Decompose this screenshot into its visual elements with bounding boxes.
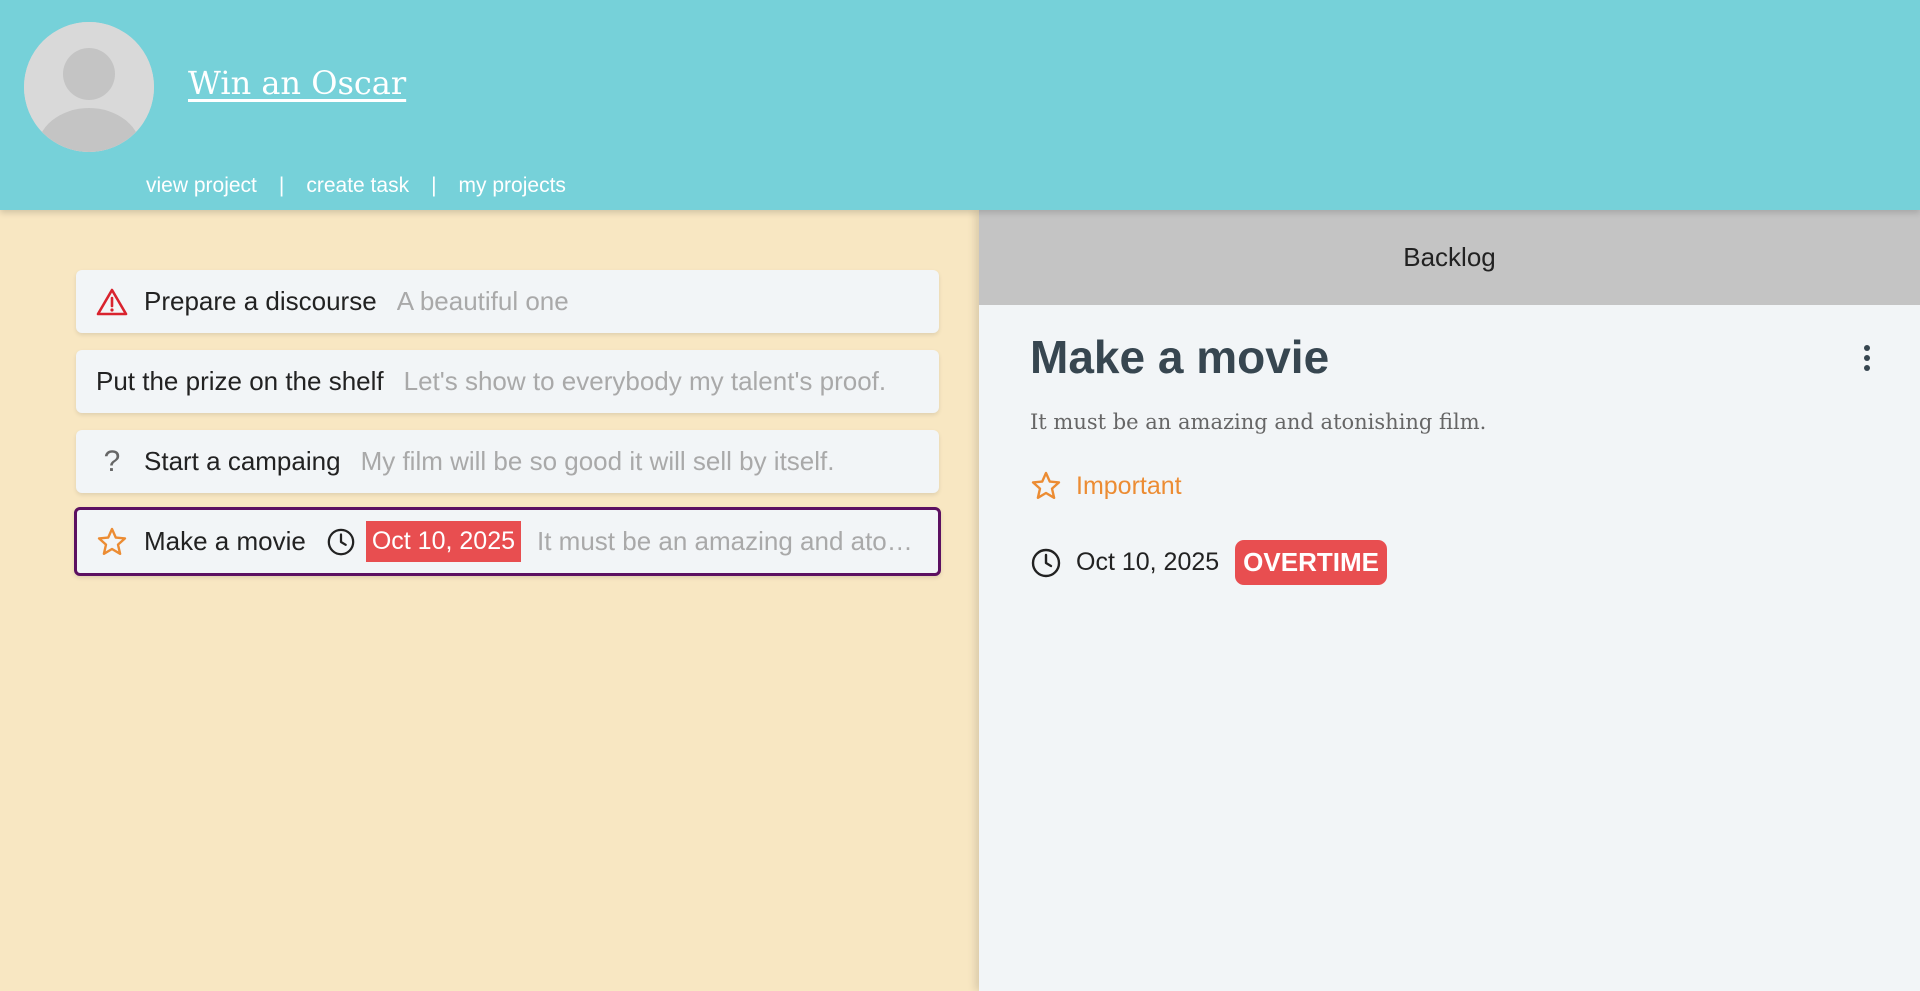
avatar[interactable] [24,22,154,152]
user-placeholder-icon [24,22,154,152]
due-date-row: Oct 10, 2025 OVERTIME [1030,540,1387,585]
more-options-button[interactable] [1852,338,1882,378]
task-title: Start a campaing [144,446,341,476]
priority-label: Important [1076,471,1182,500]
nav-my-projects[interactable]: my projects [459,174,566,198]
project-nav: view project | create task | my projects [146,174,566,198]
dot-icon [1864,345,1870,351]
task-detail-panel: Backlog Make a movie It must be an amazi… [979,210,1920,991]
task-title: Make a movie [144,526,306,556]
star-icon [96,526,128,558]
dot-icon [1864,365,1870,371]
task-description: It must be an amazing and atonis... [537,526,919,556]
warning-icon [96,286,128,318]
overtime-badge: OVERTIME [1235,540,1387,585]
task-list-panel: Prepare a discourse A beautiful one Put … [0,210,979,991]
nav-view-project[interactable]: view project [146,174,257,198]
clock-icon [327,528,355,555]
task-description: Let's show to everybody my talent's proo… [403,366,887,396]
task-row[interactable]: ? Start a campaing My film will be so go… [76,430,939,493]
task-row[interactable]: Prepare a discourse A beautiful one [76,270,939,333]
due-date: Oct 10, 2025 [1076,548,1220,576]
task-row[interactable]: Put the prize on the shelf Let's show to… [76,350,939,413]
nav-create-task[interactable]: create task [306,174,409,198]
clock-icon [1031,548,1061,577]
priority-indicator: Important [1030,470,1182,502]
task-title: Put the prize on the shelf [96,366,384,396]
task-row-selected[interactable]: Make a movie Oct 10, 2025 It must be an … [74,507,941,576]
nav-separator: | [431,174,437,197]
due-date-badge: Oct 10, 2025 [365,521,521,562]
status-bar[interactable]: Backlog [979,210,1920,305]
question-icon: ? [103,444,121,478]
detail-description: It must be an amazing and atonishing fil… [1030,410,1487,434]
detail-title: Make a movie [1030,331,1330,383]
task-description: A beautiful one [396,286,569,316]
task-description: My film will be so good it will sell by … [360,446,835,476]
nav-separator: | [278,174,285,197]
star-icon [1031,471,1061,499]
project-title-link[interactable]: Win an Oscar [188,64,406,102]
dot-icon [1864,355,1870,361]
app-header: Win an Oscar view project | create task … [0,0,1920,210]
task-title: Prepare a discourse [144,286,377,316]
